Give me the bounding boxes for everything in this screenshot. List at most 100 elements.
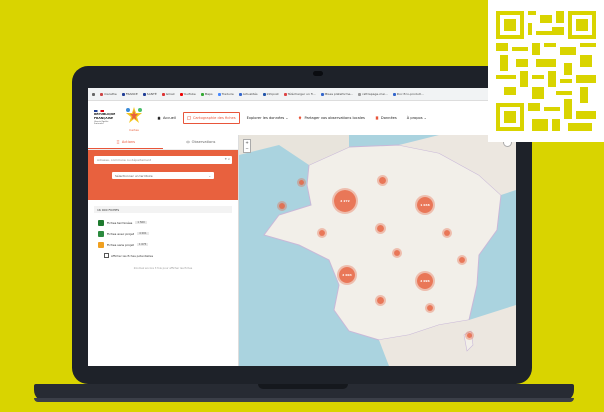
bookmark-label: marathe [104, 92, 117, 96]
site-name: Cartes [129, 128, 139, 132]
map-icon [187, 116, 191, 120]
legend-item[interactable]: Fiches sans projet 1 675 [98, 239, 228, 250]
tab-actions[interactable]: Actions [88, 135, 163, 149]
bookmark-item[interactable]: Mises plateforme... [320, 92, 353, 96]
nav-a-propos[interactable]: À propos ⌄ [404, 113, 430, 123]
qr-code-icon [496, 11, 596, 131]
eye-icon [185, 140, 190, 144]
bookmark-item[interactable]: Infopost [262, 92, 279, 96]
nav-label: Explorer les données ⌄ [246, 116, 289, 120]
nav-cartographie[interactable]: Cartographie des fiches [182, 112, 240, 124]
map-cluster[interactable]: 2 272 [334, 190, 356, 212]
list-icon [116, 140, 120, 143]
star-logo-icon [126, 107, 142, 123]
map-marker[interactable] [299, 180, 304, 185]
laptop-notch [258, 384, 348, 389]
legend-label: Fiches avec projet [107, 231, 135, 236]
locate-icon[interactable]: ⌖ [225, 157, 227, 161]
search-icon[interactable]: ⌕ [228, 157, 230, 161]
tab-label: Actions [121, 139, 136, 144]
home-icon [157, 116, 161, 120]
map-cluster[interactable]: 1 048 [417, 197, 433, 213]
legend-item[interactable]: Fiches avec projet 4 001 [98, 228, 228, 239]
map-view[interactable]: + − 2 272 1 048 2 004 2 096 [239, 135, 516, 366]
map-marker[interactable] [444, 230, 450, 236]
bookmark-item[interactable]: Télécharger un fi... [283, 92, 316, 96]
map-marker[interactable] [459, 257, 465, 263]
bookmark-item[interactable]: YouTube [179, 92, 196, 96]
nav-label: À propos ⌄ [406, 116, 427, 120]
map-cluster[interactable]: 2 004 [339, 267, 355, 283]
nav-accueil[interactable]: Accueil [154, 113, 179, 123]
zoom-out-button[interactable]: − [244, 146, 250, 152]
fiches-count: 16 000 FICHES [94, 206, 232, 213]
bookmark-item[interactable]: Gmail [161, 92, 175, 96]
leaf-icon [98, 219, 104, 226]
legend-badge: 1 675 [136, 243, 149, 246]
filters-box: Adresse, commune ou département ⌖ ⌕ Séle… [88, 150, 238, 200]
map-marker[interactable] [379, 177, 386, 184]
address-search-input[interactable]: Adresse, commune ou département ⌖ ⌕ [94, 156, 232, 164]
nav-partager[interactable]: Partager vos observations locales [295, 113, 367, 123]
bookmark-label: FRANCE [125, 92, 138, 96]
nav-explorer[interactable]: Explorer les données ⌄ [244, 113, 292, 123]
map-marker[interactable] [377, 225, 384, 232]
zoom-hint: Zoomez encore 3 fois pour afficher les f… [133, 267, 193, 270]
legend-item[interactable]: Fiches terminées 1 500 [98, 217, 228, 228]
republique-francaise-logo[interactable]: RÉPUBLIQUE FRANÇAISE Liberté Égalité Fra… [94, 110, 116, 126]
main-nav: Accueil Cartographie des fiches Explorer… [154, 112, 430, 124]
tab-label: Observations [191, 140, 216, 144]
map-marker[interactable] [394, 250, 400, 256]
nav-label: Partager vos observations locales [304, 116, 365, 120]
map-marker[interactable] [427, 305, 433, 311]
panel-tabs: Actions Observations [88, 135, 238, 150]
bookmark-item[interactable]: Doc Eco-produit... [392, 92, 424, 96]
tab-observations[interactable]: Observations [163, 135, 238, 149]
zoom-controls: + − [243, 139, 251, 153]
bookmark-label: Gmail [165, 92, 175, 96]
map-marker[interactable] [319, 230, 325, 236]
legend-label: Fiches terminées [107, 220, 133, 225]
chevron-down-icon: ⌄ [208, 173, 211, 178]
site-logo[interactable]: Cartes [124, 106, 144, 132]
bookmark-label: Actualités [242, 92, 258, 96]
bookmark-item[interactable]: Traduire [217, 92, 234, 96]
bookmark-label: Infopost [266, 92, 279, 96]
bookmark-item[interactable]: rattrapage-mai... [358, 92, 388, 96]
bookmark-item[interactable]: Maps [200, 92, 213, 96]
side-panel: Actions Observations Adresse, commune ou… [88, 135, 239, 366]
republique-line: FRANÇAISE [94, 115, 114, 120]
legend-list: Fiches terminées 1 500 Fiches avec proje… [98, 217, 228, 250]
bookmark-label: YouTube [183, 92, 196, 96]
bookmark-grid-icon[interactable] [92, 92, 95, 96]
sprout-icon [98, 230, 104, 237]
legend-badge: 1 500 [135, 221, 147, 224]
territory-select[interactable]: Sélectionner un territoire ⌄ [112, 172, 214, 179]
bookmark-item[interactable]: SANTÉ [142, 92, 157, 96]
bookmark-label: Doc Eco-produit... [396, 92, 424, 96]
nav-donnees[interactable]: Données [372, 113, 400, 123]
pin-icon [299, 116, 302, 120]
motto: Liberté Égalité Fraternité [94, 121, 109, 126]
bookmark-label: SANTÉ [146, 92, 157, 96]
bookmarks-bar: marathe FRANCE SANTÉ Gmail YouTube Maps … [88, 88, 516, 101]
folder-icon [98, 241, 104, 248]
bookmark-item[interactable]: FRANCE [121, 92, 138, 96]
bookmark-label: Télécharger un fi... [287, 92, 316, 96]
map-marker[interactable] [377, 297, 384, 304]
legend-badge: 4 001 [137, 232, 149, 235]
laptop-base-edge [34, 398, 574, 402]
bookmark-item[interactable]: marathe [100, 92, 117, 96]
search-tools: ⌖ ⌕ [225, 157, 230, 161]
map-marker[interactable] [467, 333, 472, 338]
checkbox-icon [104, 253, 109, 258]
file-icon [375, 116, 379, 120]
camera [313, 71, 323, 76]
nav-label: Cartographie des fiches [192, 116, 236, 120]
map-cluster[interactable]: 2 096 [417, 273, 433, 289]
search-placeholder: Adresse, commune ou département [97, 158, 152, 162]
map-marker[interactable] [279, 203, 285, 209]
potential-fiches-checkbox[interactable]: Afficher les fiches potentielles [104, 253, 238, 258]
bookmark-item[interactable]: Actualités [238, 92, 258, 96]
checkbox-label: Afficher les fiches potentielles [111, 253, 154, 258]
